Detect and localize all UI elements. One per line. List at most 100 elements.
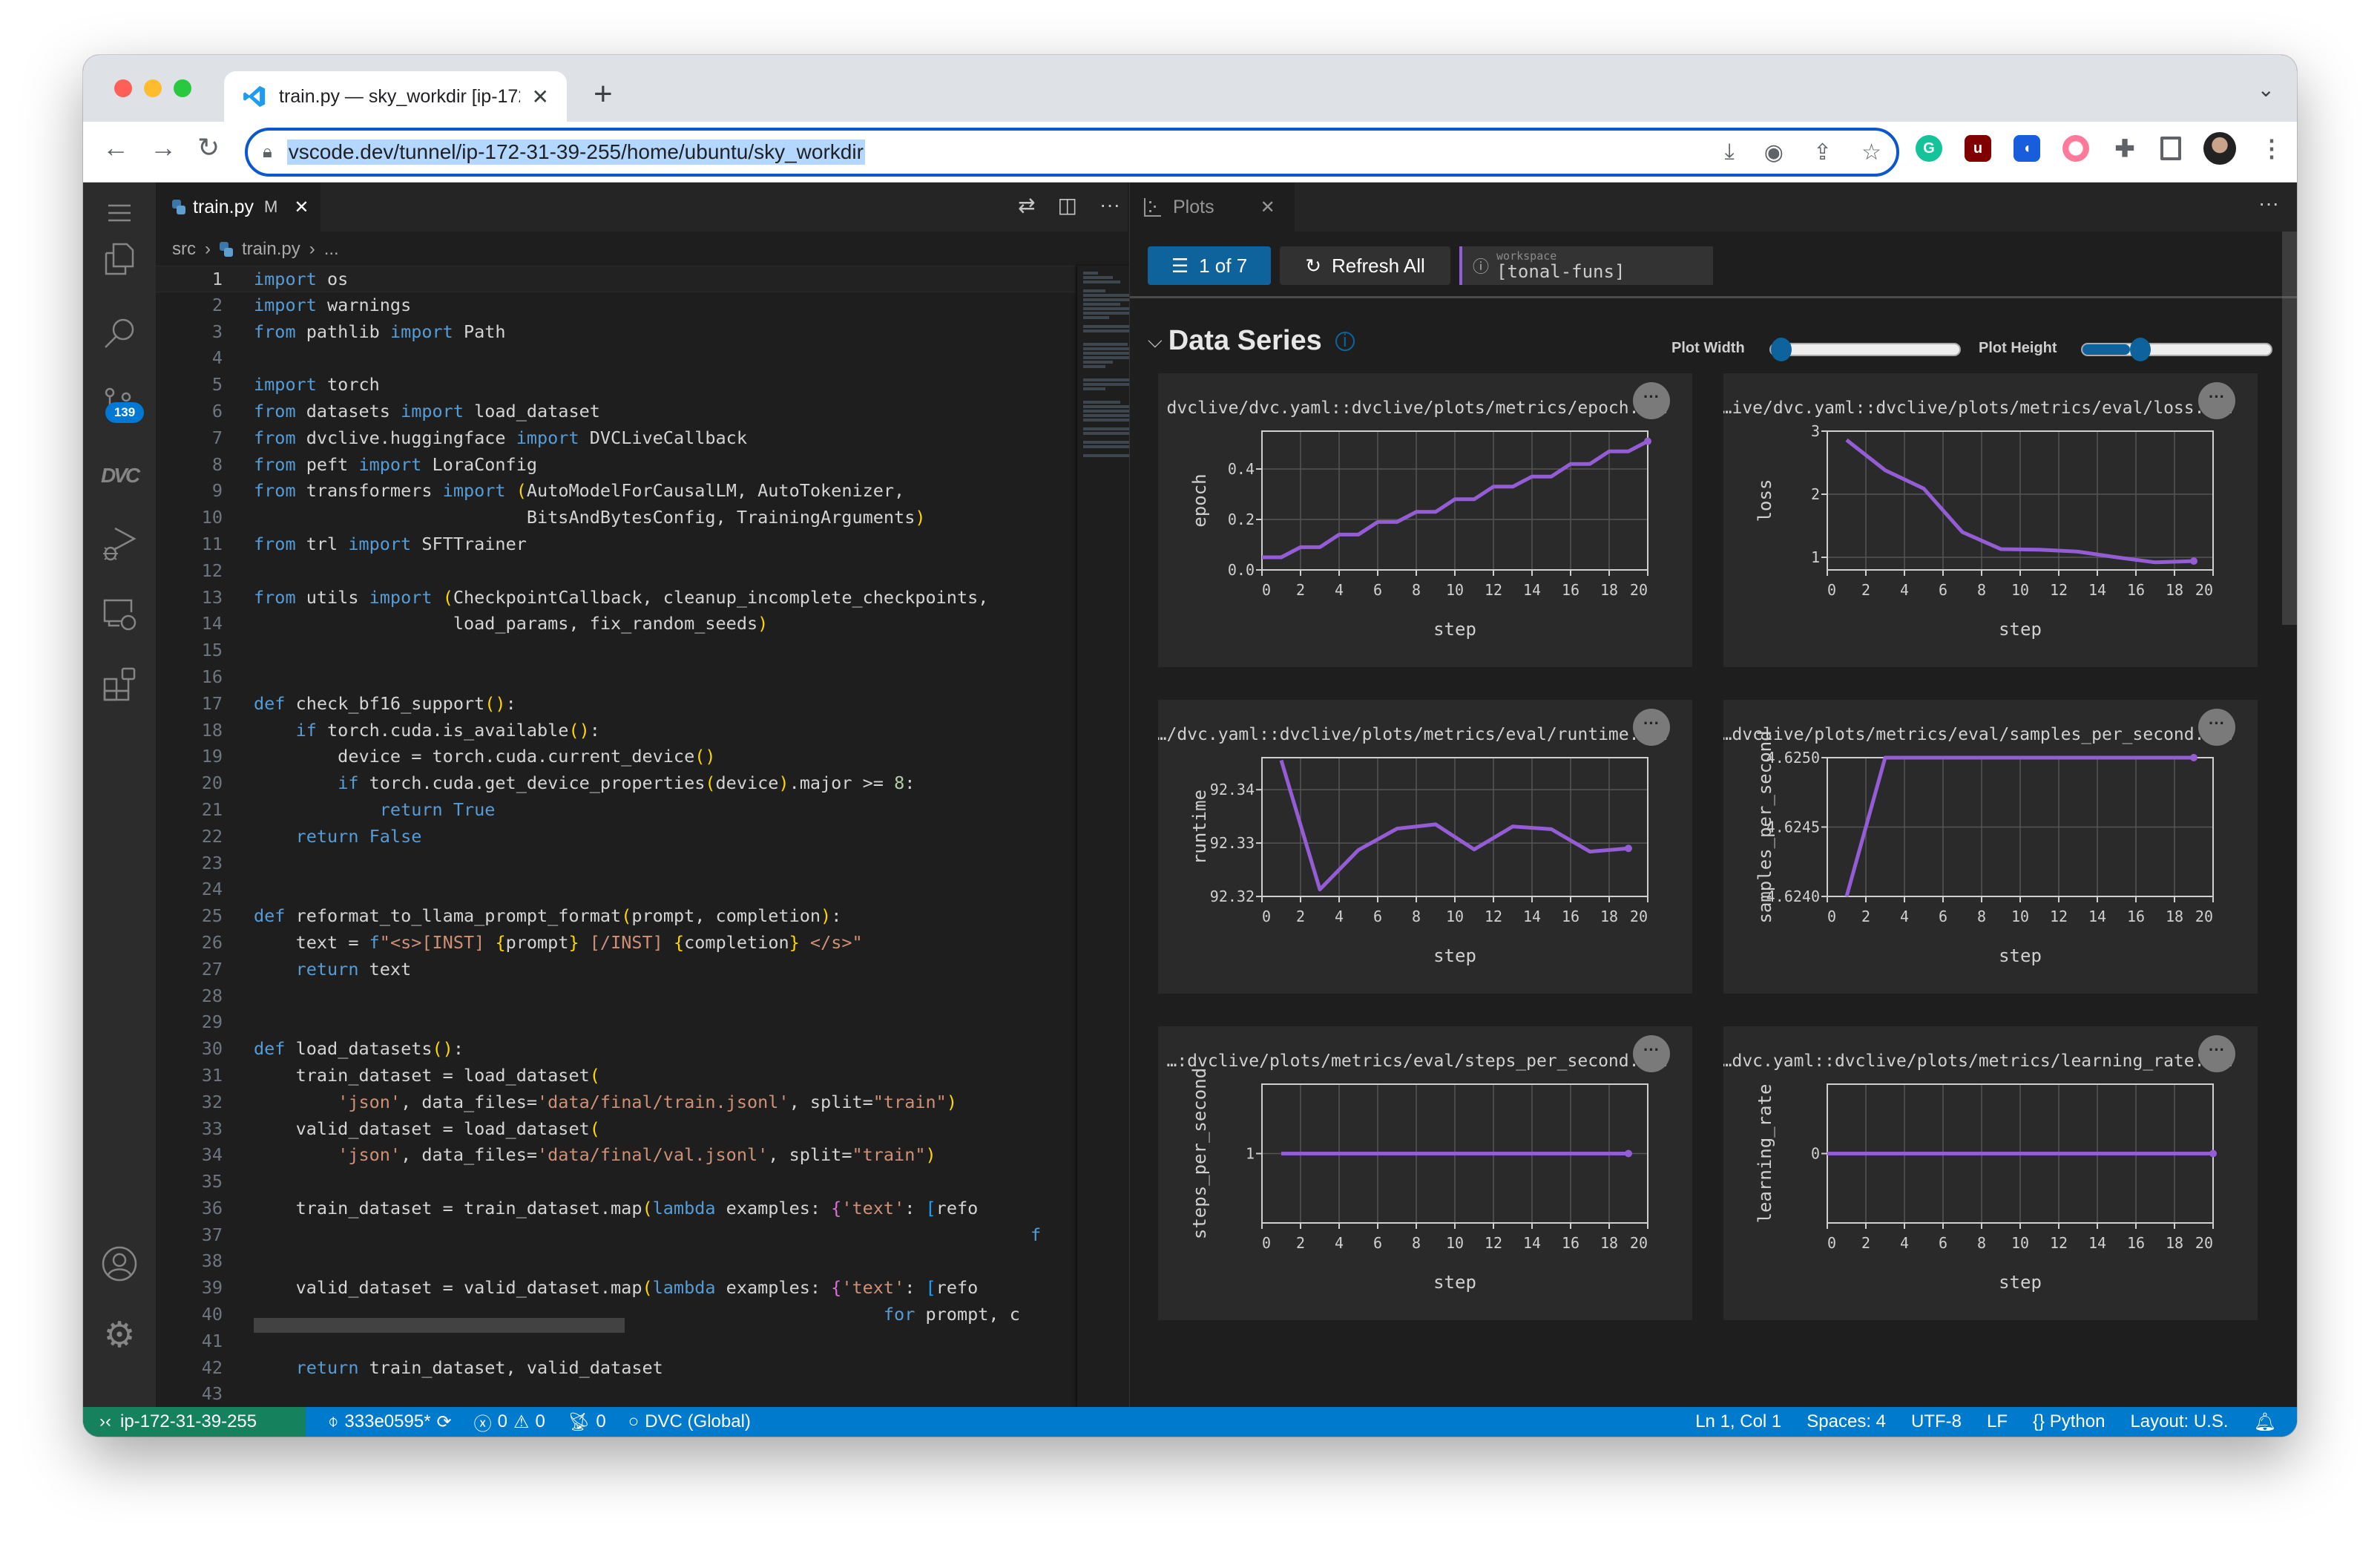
manage-gear-icon[interactable]: ⚙ <box>101 1316 138 1355</box>
dvc-status[interactable]: ○ DVC (Global) <box>628 1411 751 1432</box>
code-line[interactable]: 31 train_dataset = load_dataset( <box>156 1063 1076 1089</box>
plot-more-icon[interactable]: ··· <box>1633 1035 1670 1072</box>
plot-more-icon[interactable]: ··· <box>1633 382 1670 419</box>
cursor-position[interactable]: Ln 1, Col 1 <box>1695 1411 1781 1432</box>
encoding[interactable]: UTF-8 <box>1911 1411 1962 1432</box>
url-text[interactable]: vscode.dev/tunnel/ip-172-31-39-255/home/… <box>286 140 865 165</box>
code-line[interactable]: 25 def reformat_to_llama_prompt_format(pr… <box>156 903 1076 930</box>
code-line[interactable]: 36 train_dataset = train_dataset.map(lam… <box>156 1195 1076 1222</box>
code-line[interactable]: 4 <box>156 345 1076 372</box>
new-tab-button[interactable]: + <box>594 76 613 113</box>
git-branch[interactable]: ⌽ 333e0595* ⟳ <box>328 1411 452 1433</box>
plot-more-icon[interactable]: ··· <box>2198 1035 2235 1072</box>
dvc-icon[interactable]: DVC <box>101 457 140 494</box>
code-line[interactable]: 13 from utils import (CheckpointCallback,… <box>156 585 1076 611</box>
code-line[interactable]: 22 return False <box>156 824 1076 850</box>
open-changes-icon[interactable]: ⇄ <box>1018 193 1035 217</box>
code-line[interactable]: 21 return True <box>156 797 1076 824</box>
code-line[interactable]: 6 from datasets import load_dataset <box>156 398 1076 425</box>
grammarly-extension-icon[interactable]: G <box>1916 135 1942 162</box>
plot-card[interactable]: …/dvc.yaml::dvclive/plots/metrics/eval/r… <box>1158 700 1692 994</box>
refresh-all-button[interactable]: ↻ Refresh All <box>1280 246 1450 285</box>
code-line[interactable]: 34 'json', data_files='data/final/val.js… <box>156 1142 1076 1169</box>
code-line[interactable]: 14 load_params, fix_random_seeds) <box>156 611 1076 637</box>
plot-card[interactable]: dvclive/dvc.yaml::dvclive/plots/metrics/… <box>1158 373 1692 667</box>
code-editor[interactable]: 1 import os 2 import warnings 3 from pathlib … <box>156 266 1076 1408</box>
notifications-bell-icon[interactable]: 🔔︎ <box>2254 1411 2276 1433</box>
info-icon[interactable]: i <box>1335 331 1355 351</box>
plot-card[interactable]: …ive/dvc.yaml::dvclive/plots/metrics/eva… <box>1723 373 2258 667</box>
more-actions-icon[interactable]: ··· <box>1099 193 1120 217</box>
code-line[interactable]: 5 import torch <box>156 372 1076 398</box>
ublock-extension-icon[interactable]: u <box>1965 135 1991 162</box>
breadcrumb-symbol[interactable]: ... <box>324 239 339 260</box>
close-editor-tab-icon[interactable]: ✕ <box>294 197 309 218</box>
code-line[interactable]: 20 if torch.cuda.get_device_properties(d… <box>156 770 1076 797</box>
code-line[interactable]: 30 def load_datasets(): <box>156 1036 1076 1063</box>
editor-tab-train-py[interactable]: train.py M ✕ <box>156 183 320 232</box>
run-and-debug-icon[interactable] <box>101 525 138 562</box>
code-line[interactable]: 42 return train_dataset, valid_dataset <box>156 1355 1076 1382</box>
reload-icon[interactable]: ↻ <box>197 132 220 163</box>
code-line[interactable]: 43 <box>156 1381 1076 1408</box>
lock-icon[interactable]: 🔒︎ <box>263 142 272 163</box>
code-line[interactable]: 23 <box>156 850 1076 877</box>
code-line[interactable]: 10 BitsAndBytesConfig, TrainingArguments… <box>156 505 1076 531</box>
chevron-down-icon[interactable]: ⌵ <box>1148 329 1163 353</box>
plot-width-thumb[interactable] <box>1771 338 1792 361</box>
code-line[interactable]: 8 from peft import LoraConfig <box>156 452 1076 479</box>
plot-more-icon[interactable]: ··· <box>2198 382 2235 419</box>
split-editor-icon[interactable]: ◫ <box>1058 193 1077 217</box>
plot-card[interactable]: …dvclive/plots/metrics/eval/samples_per_… <box>1723 700 2258 994</box>
tab-search-chevron-icon[interactable]: ⌄ <box>2258 77 2275 102</box>
code-line[interactable]: 9 from transformers import (AutoModelForC… <box>156 478 1076 505</box>
accounts-icon[interactable] <box>101 1245 138 1282</box>
side-panel-icon[interactable] <box>2160 137 2181 160</box>
code-line[interactable]: 17 def check_bf16_support(): <box>156 691 1076 718</box>
forward-arrow-icon[interactable]: → <box>150 132 177 163</box>
back-arrow-icon[interactable]: ← <box>102 132 129 163</box>
keyboard-layout[interactable]: Layout: U.S. <box>2130 1411 2228 1432</box>
zoom-window-button[interactable] <box>174 79 191 97</box>
code-line[interactable]: 1 import os <box>156 266 1076 292</box>
bitwarden-extension-icon[interactable]: ◖ <box>2014 135 2040 162</box>
code-line[interactable]: 7 from dvclive.huggingface import DVCLive… <box>156 425 1076 452</box>
plot-more-icon[interactable]: ··· <box>2198 709 2235 746</box>
puzzle-extensions-icon[interactable]: ✚ <box>2111 135 2138 162</box>
breadcrumb-src[interactable]: src <box>172 239 196 260</box>
remote-explorer-icon[interactable] <box>101 595 138 632</box>
code-line[interactable]: 27 return text <box>156 957 1076 983</box>
code-line[interactable]: 24 <box>156 876 1076 903</box>
code-line[interactable]: 16 <box>156 664 1076 691</box>
code-line[interactable]: 12 <box>156 558 1076 585</box>
profile-avatar[interactable] <box>2203 132 2236 165</box>
code-line[interactable]: 37 f <box>156 1222 1076 1249</box>
extensions-icon[interactable] <box>101 665 138 702</box>
code-line[interactable]: 32 'json', data_files='data/final/train.… <box>156 1089 1076 1116</box>
close-plots-tab-icon[interactable]: ✕ <box>1260 197 1275 218</box>
menu-icon[interactable] <box>101 194 138 232</box>
plot-height-slider[interactable] <box>2081 338 2272 361</box>
code-line[interactable]: 18 if torch.cuda.is_available(): <box>156 718 1076 744</box>
circle-extension-icon[interactable] <box>2062 135 2089 162</box>
workspace-experiment-chip[interactable]: ⓘ workspace [tonal-funs] <box>1459 246 1713 285</box>
data-series-section-header[interactable]: ⌵ Data Series i <box>1148 325 1355 357</box>
address-bar[interactable]: 🔒︎ vscode.dev/tunnel/ip-172-31-39-255/ho… <box>245 128 1899 177</box>
language-mode[interactable]: {} Python <box>2033 1411 2105 1432</box>
kebab-menu-icon[interactable]: ⋮ <box>2258 135 2285 162</box>
plot-card[interactable]: …dvc.yaml::dvclive/plots/metrics/learnin… <box>1723 1026 2258 1320</box>
plots-scrollbar[interactable] <box>2282 232 2297 625</box>
plot-more-icon[interactable]: ··· <box>1633 709 1670 746</box>
code-line[interactable]: 28 <box>156 983 1076 1010</box>
code-line[interactable]: 2 import warnings <box>156 292 1076 319</box>
close-tab-icon[interactable]: ✕ <box>532 85 549 109</box>
explorer-icon[interactable] <box>101 240 138 278</box>
code-line[interactable]: 19 device = torch.cuda.current_device() <box>156 744 1076 770</box>
code-line[interactable]: 26 text = f"<s>[INST] {prompt} [/INST] {… <box>156 930 1076 957</box>
code-line[interactable]: 11 from trl import SFTTrainer <box>156 531 1076 558</box>
minimize-window-button[interactable] <box>144 79 162 97</box>
code-line[interactable]: 39 valid_dataset = valid_dataset.map(lam… <box>156 1275 1076 1302</box>
code-line[interactable]: 35 <box>156 1169 1076 1195</box>
select-experiments-button[interactable]: ☰ 1 of 7 <box>1148 246 1271 285</box>
install-app-icon[interactable]: ⤓ <box>1725 140 1735 165</box>
